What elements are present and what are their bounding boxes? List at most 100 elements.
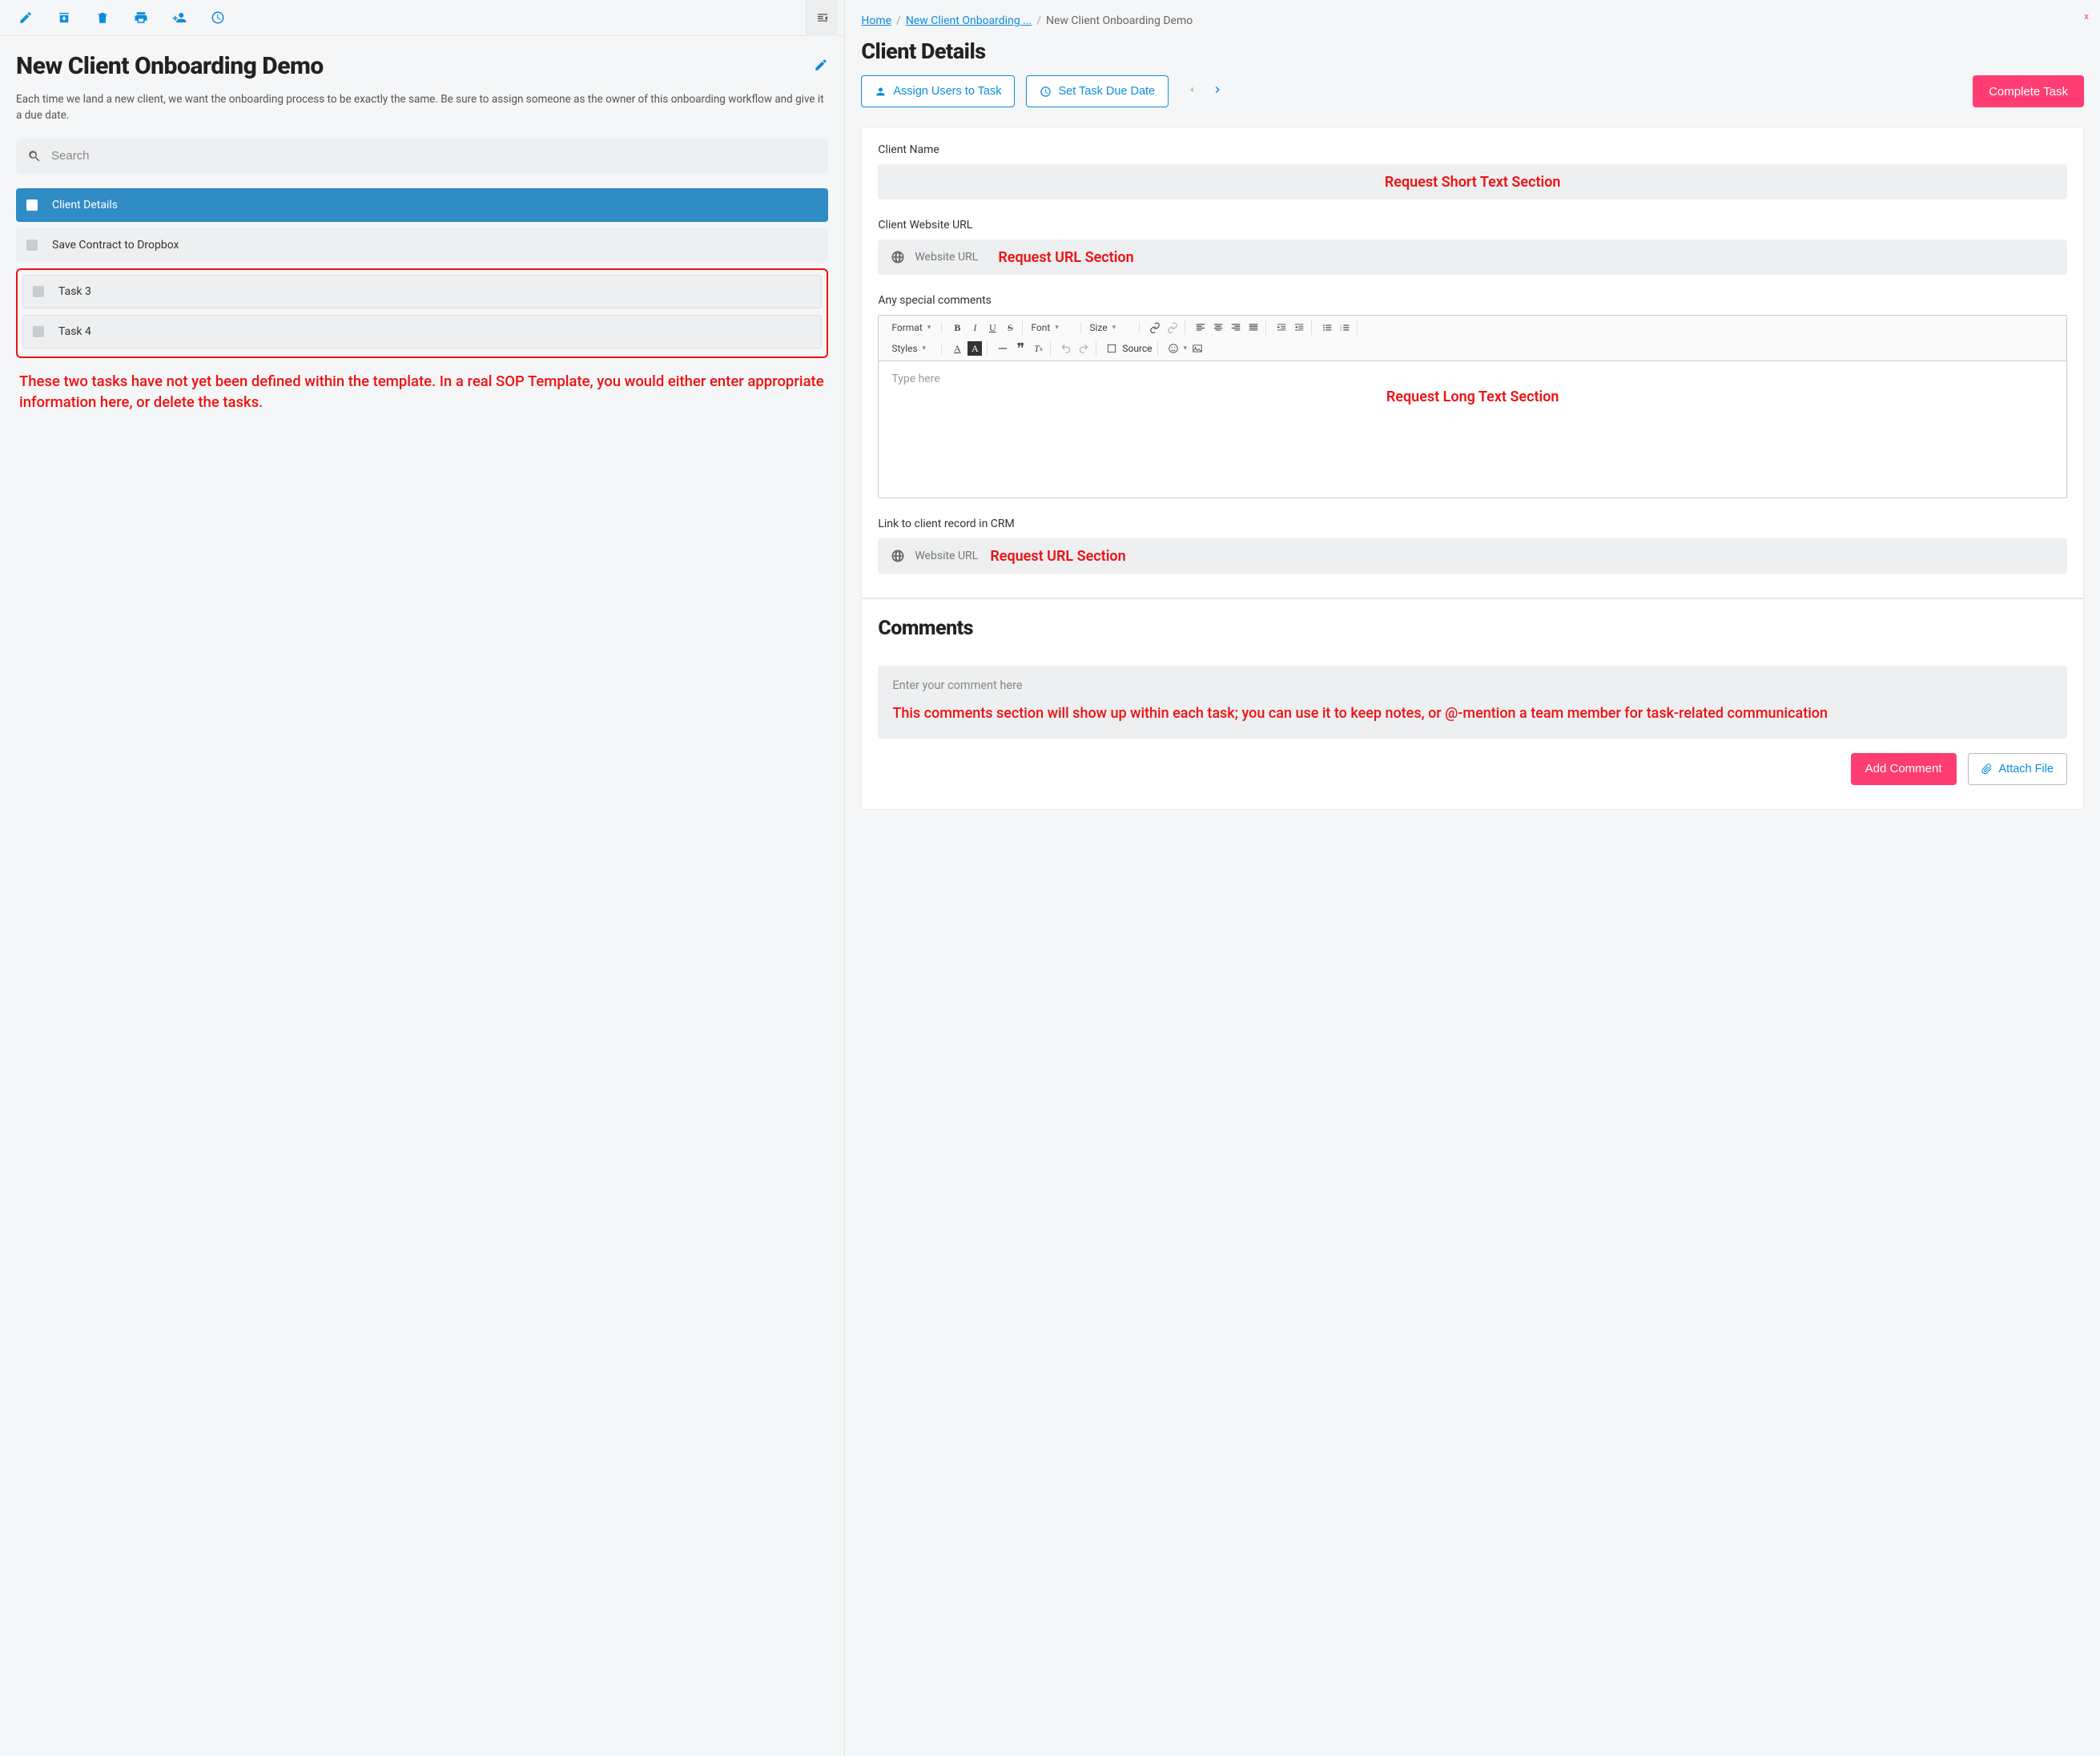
task-checkbox[interactable] <box>26 199 38 211</box>
rte-redo-icon[interactable] <box>1076 341 1091 356</box>
workflow-title: New Client Onboarding Demo <box>16 52 807 80</box>
breadcrumb-parent[interactable]: New Client Onboarding ... <box>906 14 1032 27</box>
rte-source-icon[interactable] <box>1104 341 1119 356</box>
breadcrumb-separator: / <box>1036 14 1041 27</box>
attach-file-label: Attach File <box>1999 763 2054 775</box>
task-checkbox[interactable] <box>33 286 44 297</box>
annotation-short-text: Request Short Text Section <box>1385 174 1561 191</box>
client-url-input[interactable]: Website URL Request URL Section <box>878 240 2067 275</box>
rte-link-icon[interactable] <box>1148 320 1162 335</box>
task-checkbox[interactable] <box>26 240 38 251</box>
task-content-card: Client Name Request Short Text Section C… <box>861 127 2084 598</box>
comments-card: Comments Enter your comment here This co… <box>861 598 2084 810</box>
rte-format-dropdown[interactable]: Format▾ <box>891 322 936 333</box>
rte-align-left-icon[interactable] <box>1193 320 1208 335</box>
rte-italic-icon[interactable]: I <box>968 320 982 335</box>
crm-link-label: Link to client record in CRM <box>878 518 2067 530</box>
right-panel: Home / New Client Onboarding ... / New C… <box>845 0 2100 1756</box>
breadcrumb-current: New Client Onboarding Demo <box>1046 14 1193 27</box>
prev-task-arrow <box>1186 84 1197 99</box>
rte-align-justify-icon[interactable] <box>1246 320 1261 335</box>
url-placeholder: Website URL <box>915 251 978 264</box>
clock-icon[interactable] <box>199 0 237 36</box>
rte-styles-dropdown[interactable]: Styles▾ <box>891 343 936 354</box>
rte-bullet-list-icon[interactable] <box>1320 320 1334 335</box>
rte-font-dropdown[interactable]: Font▾ <box>1031 322 1076 333</box>
task-list: Client Details Save Contract to Dropbox <box>16 188 828 262</box>
task-item-task4[interactable]: Task 4 <box>22 315 822 348</box>
url-placeholder: Website URL <box>915 550 978 562</box>
search-icon <box>27 149 42 163</box>
task-item-task3[interactable]: Task 3 <box>22 275 822 308</box>
rte-text-color-icon[interactable]: A <box>950 341 964 356</box>
clock-outline-icon <box>1040 86 1052 98</box>
attach-file-button[interactable]: Attach File <box>1968 753 2068 785</box>
client-url-label: Client Website URL <box>878 219 2067 232</box>
task-label: Client Details <box>52 199 118 211</box>
rich-text-editor: Format▾ B I U S Font▾ <box>878 315 2067 498</box>
left-panel: New Client Onboarding Demo Each time we … <box>0 0 845 1756</box>
comment-input[interactable]: Enter your comment here This comments se… <box>878 666 2067 739</box>
rte-strike-icon[interactable]: S <box>1003 320 1017 335</box>
breadcrumb-separator: / <box>896 14 901 27</box>
add-comment-button[interactable]: Add Comment <box>1851 753 1957 785</box>
rte-emoji-icon[interactable] <box>1166 341 1181 356</box>
rte-size-dropdown[interactable]: Size▾ <box>1089 322 1134 333</box>
rte-emoji-caret[interactable]: ▾ <box>1184 344 1188 352</box>
rte-remove-format-icon[interactable]: Tx <box>1031 341 1045 356</box>
trash-icon[interactable] <box>83 0 122 36</box>
indent-left-icon[interactable] <box>806 0 838 36</box>
set-due-date-label: Set Task Due Date <box>1058 85 1155 98</box>
print-icon[interactable] <box>122 0 160 36</box>
paperclip-icon <box>1981 763 1993 775</box>
rte-align-right-icon[interactable] <box>1229 320 1243 335</box>
complete-task-button[interactable]: Complete Task <box>1973 75 2084 107</box>
rte-align-center-icon[interactable] <box>1211 320 1225 335</box>
annotation-highlight-box: Task 3 Task 4 <box>16 268 828 358</box>
workflow-description: Each time we land a new client, we want … <box>16 91 828 124</box>
set-due-date-button[interactable]: Set Task Due Date <box>1026 75 1169 107</box>
annotation-text: These two tasks have not yet been define… <box>16 371 828 413</box>
task-checkbox[interactable] <box>33 326 44 337</box>
person-add-icon[interactable] <box>160 0 199 36</box>
next-task-arrow[interactable] <box>1212 84 1223 99</box>
rte-undo-icon[interactable] <box>1059 341 1073 356</box>
page-title: Client Details <box>861 38 2084 64</box>
crm-link-input[interactable]: Website URL Request URL Section <box>878 538 2067 574</box>
rte-indent-icon[interactable] <box>1292 320 1306 335</box>
collapse-panel-icon[interactable]: ⌄⌄ <box>2082 11 2090 22</box>
rte-outdent-icon[interactable] <box>1274 320 1289 335</box>
annotation-url-section: Request URL Section <box>990 548 1125 565</box>
rte-bg-color-icon[interactable]: A <box>968 341 982 356</box>
search-field[interactable] <box>51 149 817 163</box>
comments-heading: Comments <box>878 617 2067 640</box>
rte-bold-icon[interactable]: B <box>950 320 964 335</box>
special-comments-label: Any special comments <box>878 294 2067 307</box>
annotation-url-section: Request URL Section <box>998 249 1133 266</box>
assign-users-label: Assign Users to Task <box>893 85 1001 98</box>
top-toolbar <box>0 0 844 36</box>
assign-users-button[interactable]: Assign Users to Task <box>861 75 1015 107</box>
comment-placeholder: Enter your comment here <box>892 679 1022 692</box>
globe-icon <box>891 250 905 264</box>
task-item-client-details[interactable]: Client Details <box>16 188 828 222</box>
rte-quote-icon[interactable]: ❞ <box>1013 341 1028 356</box>
rte-hr-icon[interactable] <box>996 341 1010 356</box>
task-item-save-contract[interactable]: Save Contract to Dropbox <box>16 228 828 262</box>
breadcrumb-home[interactable]: Home <box>861 14 891 27</box>
rte-image-icon[interactable] <box>1190 341 1205 356</box>
rte-source-label[interactable]: Source <box>1122 343 1152 354</box>
client-name-input[interactable]: Request Short Text Section <box>878 164 2067 199</box>
rte-unlink-icon[interactable] <box>1165 320 1180 335</box>
rte-number-list-icon[interactable]: 123 <box>1338 320 1352 335</box>
annotation-comments: This comments section will show up withi… <box>892 703 2053 724</box>
breadcrumb: Home / New Client Onboarding ... / New C… <box>861 14 2084 27</box>
edit-icon[interactable] <box>6 0 45 36</box>
search-input[interactable] <box>16 139 828 174</box>
rte-underline-icon[interactable]: U <box>985 320 1000 335</box>
globe-icon <box>891 549 905 563</box>
task-label: Task 3 <box>58 285 91 298</box>
rte-body[interactable]: Type here Request Long Text Section <box>879 361 2066 497</box>
archive-icon[interactable] <box>45 0 83 36</box>
edit-title-icon[interactable] <box>814 58 828 75</box>
